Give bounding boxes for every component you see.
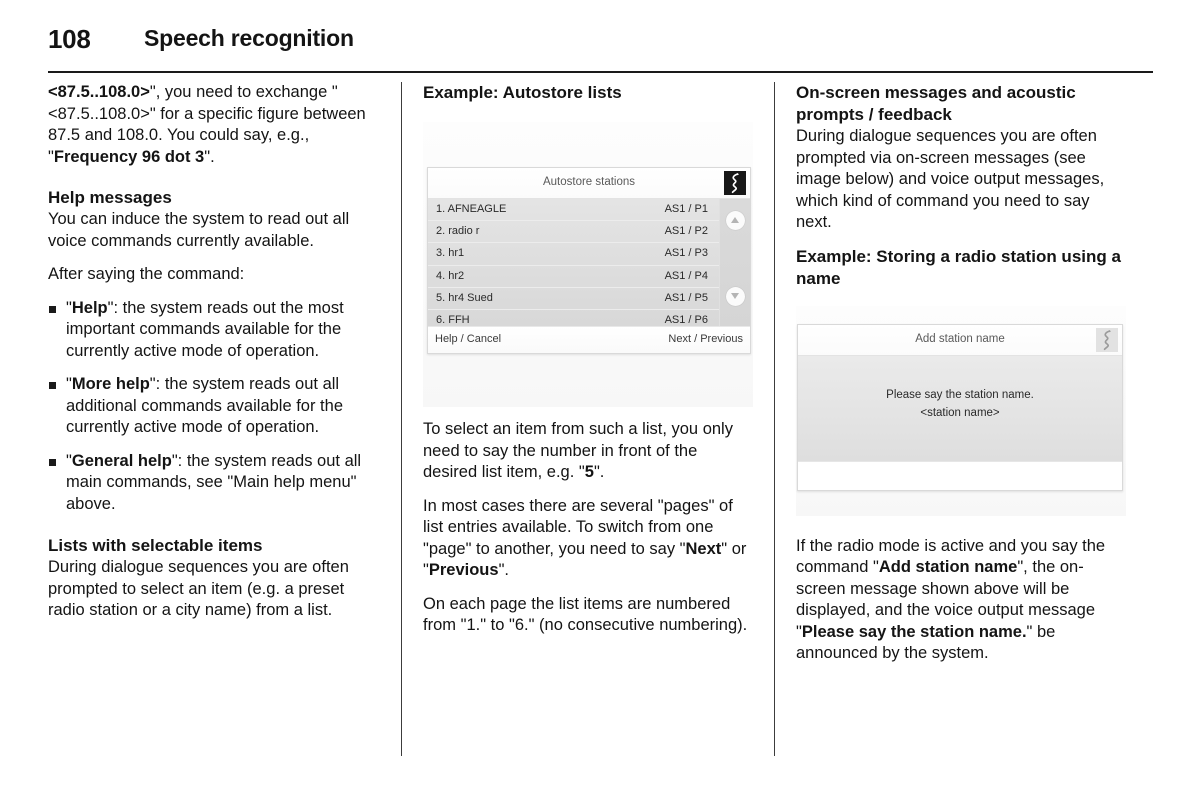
- storing-station-heading: Example: Storing a radio station using a…: [796, 246, 1121, 288]
- help-commands-list: "Help": the system reads out the most im…: [48, 298, 378, 516]
- frequency-intro-paragraph: <87.5..108.0>", you need to exchange "<8…: [48, 82, 378, 168]
- voice-command-label: General help: [71, 451, 172, 470]
- station-name: 1. AFNEAGLE: [436, 203, 507, 215]
- next-previous-label[interactable]: Next / Previous: [668, 333, 743, 346]
- add-station-command-label: Add station name: [878, 558, 1018, 576]
- station-name: 2. radio r: [436, 225, 480, 238]
- list-item: "General help": the system reads out all…: [48, 451, 378, 516]
- selectable-lists-para: During dialogue sequences you are often …: [48, 558, 349, 619]
- table-row[interactable]: 2. radio r AS1 / P2: [428, 221, 750, 244]
- device-titlebar: Autostore stations: [428, 168, 750, 199]
- prompt-message-line-2: <station name>: [920, 406, 1000, 419]
- column-1: <87.5..108.0>", you need to exchange "<8…: [48, 82, 378, 622]
- station-preset: AS1 / P3: [664, 247, 708, 260]
- select-item-paragraph: To select an item from such a list, you …: [423, 419, 753, 484]
- column-3: On-screen messages and acoustic prompts …: [796, 82, 1128, 665]
- device-title: Add station name: [915, 332, 1005, 345]
- content-columns: <87.5..108.0>", you need to exchange "<8…: [0, 82, 1200, 772]
- voice-output-message-label: Please say the station name.: [801, 622, 1027, 641]
- device-title: Autostore stations: [542, 176, 636, 188]
- select-item-text-a: To select an item from such a list, you …: [423, 420, 733, 481]
- table-row[interactable]: 1. AFNEAGLE AS1 / P1: [428, 199, 750, 222]
- pages-paragraph: In most cases there are several "pages" …: [423, 496, 753, 582]
- station-preset: AS1 / P2: [664, 225, 708, 238]
- station-preset: AS1 / P6: [664, 313, 708, 326]
- scroll-down-button[interactable]: [726, 287, 745, 306]
- frequency-example-bold: Frequency 96 dot 3: [53, 147, 205, 166]
- bullet-text: ": the system reads out the most importa…: [66, 298, 344, 360]
- station-name: 4. hr2: [436, 269, 465, 282]
- add-station-device-screen: Add station name Please say the station …: [797, 323, 1123, 491]
- prompt-message-line-1: Please say the station name.: [886, 388, 1034, 401]
- onscreen-messages-heading: On-screen messages and acoustic prompts …: [796, 83, 1076, 124]
- help-messages-para-1: You can induce the system to read out al…: [48, 210, 350, 250]
- numbering-paragraph: On each page the list items are numbered…: [423, 594, 748, 635]
- help-cancel-label[interactable]: Help / Cancel: [435, 333, 501, 346]
- station-preset: AS1 / P4: [664, 269, 708, 282]
- list-item: "More help": the system reads out all ad…: [48, 374, 378, 439]
- table-row[interactable]: 5. hr4 Sued AS1 / P5: [428, 288, 750, 310]
- autostore-example-heading: Example: Autostore lists: [423, 83, 622, 102]
- next-command-label: Next: [685, 539, 722, 558]
- previous-command-label: Previous: [428, 561, 499, 579]
- speech-recognition-icon[interactable]: [1096, 327, 1118, 352]
- square-bullet-icon: [49, 305, 56, 313]
- station-name: 6. FFH: [436, 313, 470, 326]
- help-messages-para-2: After saying the command:: [48, 265, 245, 283]
- column-2: Example: Autostore lists Autostore stati…: [423, 82, 753, 637]
- autostore-figure: Autostore stations 1. AFNEAGLE AS1 / P1: [423, 122, 753, 407]
- table-row[interactable]: 3. hr1 AS1 / P3: [428, 243, 750, 266]
- header-divider-rule: [48, 71, 1153, 73]
- scrollbar[interactable]: [719, 199, 750, 326]
- scroll-up-button[interactable]: [726, 211, 745, 230]
- page-number: 108: [48, 24, 91, 54]
- square-bullet-icon: [49, 382, 56, 389]
- onscreen-messages-para: During dialogue sequences you are often …: [796, 127, 1105, 231]
- list-number-example: 5: [584, 463, 594, 481]
- voice-command-label: Help: [71, 298, 108, 317]
- autostore-station-list: 1. AFNEAGLE AS1 / P1 2. radio r AS1 / P2…: [428, 199, 750, 333]
- station-name: 3. hr1: [436, 247, 465, 260]
- select-item-text-b: ".: [593, 463, 605, 481]
- station-name: 5. hr4 Sued: [436, 291, 493, 304]
- add-station-explanation-paragraph: If the radio mode is active and you say …: [796, 536, 1128, 665]
- column-divider-2: [774, 82, 775, 756]
- device-footer: Help / Cancel Next / Previous: [428, 326, 750, 353]
- device-titlebar: Add station name: [798, 324, 1122, 356]
- column-divider-1: [401, 82, 402, 756]
- table-row[interactable]: 4. hr2 AS1 / P4: [428, 266, 750, 288]
- station-preset: AS1 / P1: [664, 203, 708, 215]
- chevron-down-icon: [731, 293, 739, 299]
- page-header: 108 Speech recognition: [0, 0, 1200, 73]
- voice-command-label: More help: [71, 375, 150, 393]
- frequency-range-bold: <87.5..108.0>: [48, 83, 150, 101]
- station-preset: AS1 / P5: [664, 291, 708, 304]
- device-message-body: Please say the station name. <station na…: [798, 355, 1122, 461]
- frequency-intro-tail: ".: [204, 147, 215, 166]
- chevron-up-icon: [731, 217, 739, 223]
- square-bullet-icon: [49, 458, 56, 466]
- autostore-device-screen: Autostore stations 1. AFNEAGLE AS1 / P1: [427, 167, 751, 354]
- selectable-lists-heading: Lists with selectable items: [48, 536, 263, 555]
- pages-text-b: ".: [498, 561, 510, 579]
- help-messages-heading: Help messages: [48, 188, 172, 207]
- list-item: "Help": the system reads out the most im…: [48, 298, 378, 363]
- device-message-footer: [798, 460, 1122, 490]
- page-title: Speech recognition: [144, 25, 354, 51]
- speech-recognition-icon[interactable]: [724, 171, 746, 195]
- add-station-figure: Add station name Please say the station …: [796, 305, 1126, 516]
